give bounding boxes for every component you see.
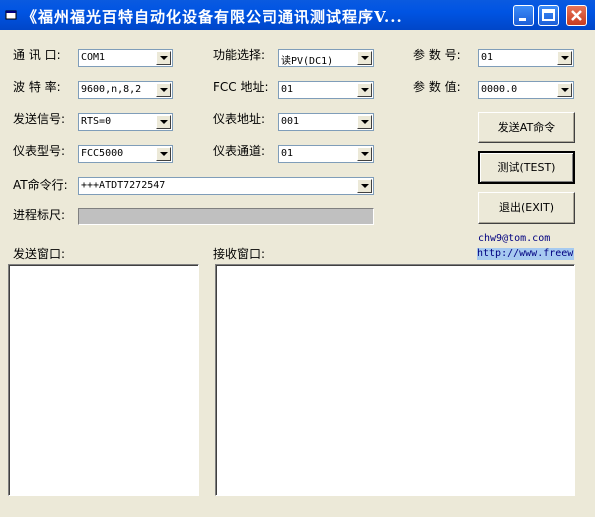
send-signal-value: RTS=0: [81, 116, 112, 127]
chevron-down-icon: [361, 152, 369, 156]
meter-model-label: 仪表型号:: [13, 144, 66, 158]
port-label: 通 讯 口:: [13, 48, 61, 62]
meter-model-dropdown-button[interactable]: [156, 147, 171, 161]
chevron-down-icon: [561, 56, 569, 60]
meter-model-select[interactable]: FCC5000: [78, 145, 173, 163]
chevron-down-icon: [361, 88, 369, 92]
at-command-select[interactable]: +++ATDT7272547: [78, 177, 374, 195]
send-signal-label: 发送信号:: [13, 112, 66, 126]
meter-channel-dropdown-button[interactable]: [357, 147, 372, 161]
close-icon: [571, 10, 582, 21]
param-value-dropdown-button[interactable]: [557, 83, 572, 97]
close-button[interactable]: [566, 5, 587, 26]
baud-select[interactable]: 9600,n,8,2: [78, 81, 173, 99]
exit-button[interactable]: 退出(EXIT): [478, 192, 575, 224]
fcc-address-select[interactable]: 01: [278, 81, 374, 99]
param-no-dropdown-button[interactable]: [557, 51, 572, 65]
minimize-button[interactable]: [513, 5, 534, 26]
app-icon[interactable]: [5, 9, 17, 21]
baud-dropdown-button[interactable]: [156, 83, 171, 97]
function-select-value: 读PV(DC1): [281, 56, 334, 67]
function-select-label: 功能选择:: [213, 48, 266, 62]
test-button[interactable]: 测试(TEST): [478, 151, 575, 184]
main-window: 《福州福光百特自动化设备有限公司通讯测试程序V... 通 讯 口: COM1 波…: [0, 0, 595, 517]
progress-bar: [78, 208, 374, 225]
fcc-address-label: FCC 地址:: [213, 80, 269, 94]
chevron-down-icon: [160, 152, 168, 156]
chevron-down-icon: [561, 88, 569, 92]
fcc-address-value: 01: [281, 84, 294, 95]
send-window-textarea[interactable]: [8, 264, 199, 496]
meter-channel-label: 仪表通道:: [213, 144, 266, 158]
chevron-down-icon: [361, 120, 369, 124]
param-value-select[interactable]: 0000.0: [478, 81, 574, 99]
chevron-down-icon: [361, 56, 369, 60]
port-dropdown-button[interactable]: [156, 51, 171, 65]
maximize-icon: [542, 9, 555, 21]
port-value: COM1: [81, 52, 106, 63]
send-signal-dropdown-button[interactable]: [156, 115, 171, 129]
param-no-value: 01: [481, 52, 494, 63]
meter-address-select[interactable]: 001: [278, 113, 374, 131]
client-area: 通 讯 口: COM1 波 特 率: 9600,n,8,2 发送信号: RTS=…: [0, 30, 595, 517]
meter-address-label: 仪表地址:: [213, 112, 266, 126]
window-title: 《福州福光百特自动化设备有限公司通讯测试程序V...: [22, 8, 403, 26]
receive-window-label: 接收窗口:: [213, 247, 266, 261]
baud-label: 波 特 率:: [13, 80, 61, 94]
website-link[interactable]: http://www.freew: [477, 248, 574, 260]
email-link[interactable]: chw9@tom.com: [478, 233, 550, 244]
baud-value: 9600,n,8,2: [81, 84, 142, 95]
function-dropdown-button[interactable]: [357, 51, 372, 65]
param-no-label: 参 数 号:: [413, 48, 461, 62]
function-select[interactable]: 读PV(DC1): [278, 49, 374, 67]
meter-address-value: 001: [281, 116, 300, 127]
send-at-command-button[interactable]: 发送AT命令: [478, 112, 575, 143]
port-select[interactable]: COM1: [78, 49, 173, 67]
chevron-down-icon: [160, 88, 168, 92]
meter-channel-value: 01: [281, 148, 294, 159]
param-value-value: 0000.0: [481, 84, 518, 95]
send-signal-select[interactable]: RTS=0: [78, 113, 173, 131]
meter-model-value: FCC5000: [81, 148, 124, 159]
param-no-select[interactable]: 01: [478, 49, 574, 67]
send-window-label: 发送窗口:: [13, 247, 66, 261]
at-command-label: AT命令行:: [13, 178, 68, 192]
at-command-value: +++ATDT7272547: [81, 180, 166, 191]
param-value-label: 参 数 值:: [413, 80, 461, 94]
at-command-dropdown-button[interactable]: [357, 179, 372, 193]
progress-label: 进程标尺:: [13, 208, 66, 222]
chevron-down-icon: [160, 56, 168, 60]
minimize-icon: [519, 18, 526, 21]
fcc-address-dropdown-button[interactable]: [357, 83, 372, 97]
chevron-down-icon: [160, 120, 168, 124]
maximize-button[interactable]: [538, 5, 559, 26]
receive-window-textarea[interactable]: [215, 264, 575, 496]
title-bar[interactable]: 《福州福光百特自动化设备有限公司通讯测试程序V...: [0, 0, 595, 30]
meter-channel-select[interactable]: 01: [278, 145, 374, 163]
chevron-down-icon: [361, 184, 369, 188]
meter-address-dropdown-button[interactable]: [357, 115, 372, 129]
